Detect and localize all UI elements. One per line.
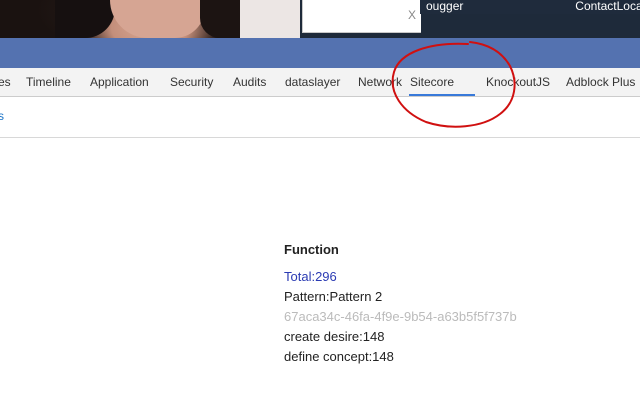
- close-icon[interactable]: X: [408, 8, 416, 22]
- devtools-tab-strip: es Timeline Application Security Audits …: [0, 68, 640, 97]
- tab-sources[interactable]: es: [0, 68, 11, 96]
- tab-timeline[interactable]: Timeline: [26, 68, 71, 96]
- tab-security[interactable]: Security: [170, 68, 213, 96]
- tab-knockoutjs[interactable]: KnockoutJS: [486, 68, 550, 96]
- tab-application[interactable]: Application: [90, 68, 149, 96]
- profile-photo: [0, 0, 300, 38]
- function-panel: Function Total:296 Pattern:Pattern 2 67a…: [284, 242, 624, 367]
- tab-adblock-plus[interactable]: Adblock Plus: [566, 68, 635, 96]
- page-tab-debugger-label: ougger: [426, 0, 464, 13]
- screenshot-root: X ougger ContactLocat es Timeline Applic…: [0, 0, 640, 400]
- total-count: Total:296: [284, 269, 337, 284]
- pattern-guid: 67aca34c-46fa-4f9e-9b54-a63b5f5f737b: [284, 309, 517, 324]
- stat-define-concept: define concept:148: [284, 349, 394, 364]
- page-tab-contact[interactable]: ContactLocat: [502, 0, 640, 14]
- active-tab-indicator: [409, 94, 475, 96]
- tab-dataslayer[interactable]: dataslayer: [285, 68, 340, 96]
- tab-audits[interactable]: Audits: [233, 68, 266, 96]
- page-tab-debugger[interactable]: ougger: [420, 0, 512, 14]
- page-header-bar: [0, 38, 640, 68]
- popup-panel: X: [302, 0, 421, 33]
- toolbar-link[interactable]: s: [0, 109, 4, 123]
- page-top-strip: X ougger ContactLocat: [0, 0, 640, 38]
- panel-toolbar: s: [0, 97, 640, 138]
- page-tab-contact-label: ContactLocat: [575, 0, 640, 13]
- pattern-name: Pattern:Pattern 2: [284, 289, 383, 304]
- function-title: Function: [284, 242, 339, 257]
- tab-sitecore[interactable]: Sitecore: [410, 68, 454, 96]
- stat-create-desire: create desire:148: [284, 329, 385, 344]
- tab-network[interactable]: Network: [358, 68, 402, 96]
